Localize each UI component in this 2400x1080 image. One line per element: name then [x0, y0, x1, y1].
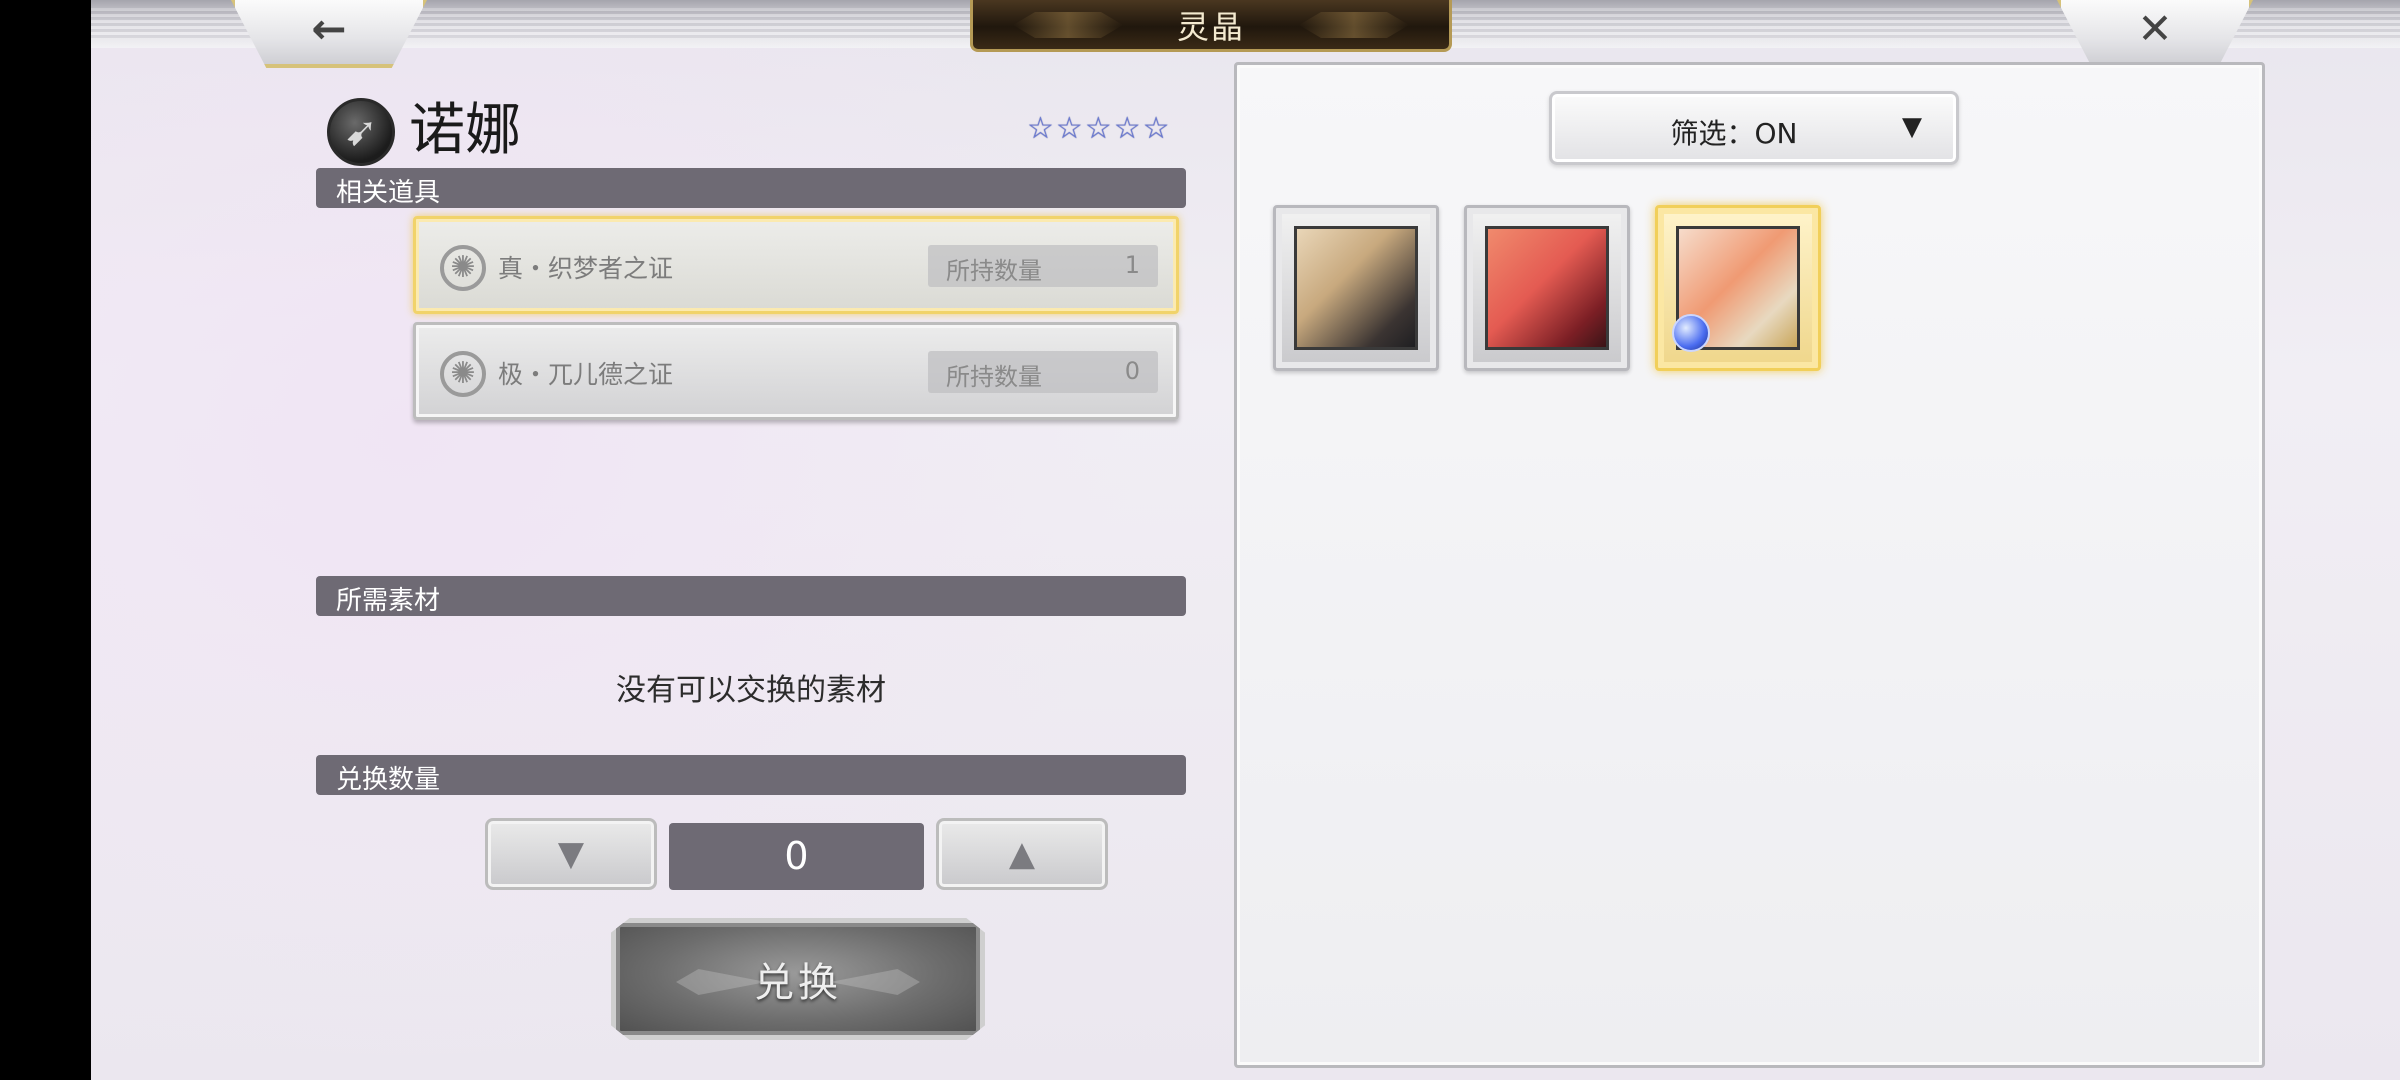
item-row-urd-proof[interactable]: ✺ 极・兀儿德之证 所持数量 0 [413, 322, 1179, 420]
item-row-dreamweaver-proof[interactable]: ✺ 真・织梦者之证 所持数量 1 [413, 216, 1179, 314]
banner-ornament-left [1013, 12, 1123, 38]
blue-gem-icon [1672, 314, 1710, 352]
increase-qty-button[interactable]: ▲ [936, 818, 1108, 890]
no-materials-message: 没有可以交换的素材 [616, 673, 886, 708]
rarity-stars: ☆ ☆ ☆ ☆ ☆ [1027, 114, 1170, 144]
star-icon: ☆ [1027, 111, 1054, 146]
star-icon: ☆ [1084, 111, 1112, 146]
back-arrow-icon: ← [311, 4, 347, 53]
button-ornament-right [830, 969, 920, 995]
button-ornament-left [676, 969, 766, 995]
up-arrow-icon: ▲ [1008, 834, 1036, 874]
character-portrait-3[interactable] [1655, 205, 1821, 371]
chevron-down-icon: ▼ [1902, 112, 1922, 142]
character-portrait-2[interactable] [1464, 205, 1630, 371]
exchange-button-label: 兑换 [754, 960, 842, 1006]
gear-emblem-icon: ✺ [440, 245, 486, 291]
decrease-qty-button[interactable]: ▼ [485, 818, 657, 890]
exchange-button[interactable]: 兑换 [611, 918, 985, 1040]
owned-qty-label: 所持数量 [946, 363, 1042, 391]
star-icon: ☆ [1113, 111, 1141, 146]
game-screen: ← 灵晶 ✕ ➹ 诺娜 ☆ ☆ ☆ ☆ ☆ 相关道具 ✺ 真・织梦者之证 所持数… [91, 0, 2400, 1080]
character-select-panel: 筛选：ON ▼ [1234, 62, 2265, 1068]
close-button[interactable]: ✕ [2057, 0, 2253, 68]
required-materials-header: 所需素材 [316, 576, 1186, 616]
filter-label: 筛选：ON [1670, 117, 1798, 150]
owned-qty-box: 所持数量 0 [928, 351, 1158, 393]
close-icon: ✕ [2137, 4, 2173, 53]
related-items-header: 相关道具 [316, 168, 1186, 208]
item-name: 极・兀儿德之证 [498, 360, 674, 389]
owned-qty-value: 0 [1124, 357, 1140, 385]
character-portrait-image [1485, 226, 1609, 350]
character-portrait-1[interactable] [1273, 205, 1439, 371]
star-icon: ☆ [1142, 111, 1170, 146]
character-name: 诺娜 [409, 98, 521, 163]
character-header: ➹ 诺娜 ☆ ☆ ☆ ☆ ☆ [327, 96, 1187, 166]
down-arrow-icon: ▼ [557, 834, 585, 874]
item-name: 真・织梦者之证 [498, 254, 674, 283]
back-button[interactable]: ← [231, 0, 427, 68]
banner-ornament-right [1299, 12, 1409, 38]
owned-qty-value: 1 [1124, 251, 1140, 279]
gear-emblem-icon: ✺ [440, 351, 486, 397]
exchange-qty-value: 0 [669, 823, 924, 890]
filter-dropdown[interactable]: 筛选：ON ▼ [1549, 91, 1959, 165]
title-banner: 灵晶 [970, 0, 1452, 52]
exchange-qty-header: 兑换数量 [316, 755, 1186, 795]
bow-class-icon: ➹ [327, 98, 395, 166]
owned-qty-box: 所持数量 1 [928, 245, 1158, 287]
page-title: 灵晶 [1176, 7, 1245, 46]
owned-qty-label: 所持数量 [946, 257, 1042, 285]
bow-glyph: ➹ [344, 109, 378, 155]
character-portrait-image [1294, 226, 1418, 350]
star-icon: ☆ [1055, 111, 1083, 146]
